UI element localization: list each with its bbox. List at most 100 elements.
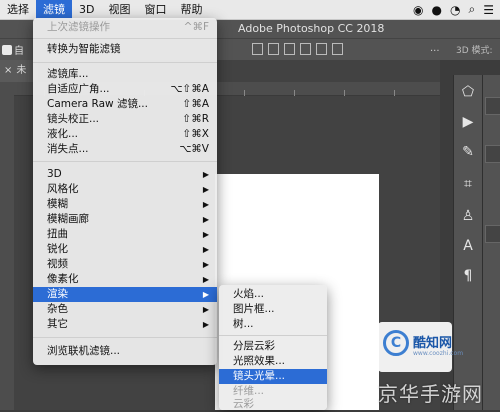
menu-help[interactable]: 帮助 bbox=[173, 0, 209, 20]
menu-item-stylize[interactable]: 风格化 ▶ bbox=[33, 182, 217, 197]
layers-panel-collapsed bbox=[482, 75, 500, 410]
vertical-ruler bbox=[0, 82, 14, 410]
menu-item-label: 模糊画廊 bbox=[47, 213, 89, 225]
submenu-arrow-icon: ▶ bbox=[202, 230, 209, 239]
menu-divider bbox=[33, 161, 217, 162]
menu-item-browse-online-filters[interactable]: 浏览联机滤镜... bbox=[33, 344, 217, 359]
menu-item-label: 上次滤镜操作 bbox=[47, 21, 110, 33]
submenu-arrow-icon: ▶ bbox=[202, 290, 209, 299]
menu-item-convert-smart-filter[interactable]: 转换为智能滤镜 bbox=[33, 42, 217, 57]
shortcut-label: ⌥⌘V bbox=[179, 143, 209, 155]
menu-divider bbox=[33, 38, 217, 39]
menu-3d[interactable]: 3D bbox=[72, 0, 101, 20]
menu-item-sharpen[interactable]: 锐化 ▶ bbox=[33, 242, 217, 257]
auto-select-label: 自 bbox=[14, 46, 24, 57]
menu-item-label: 转换为智能滤镜 bbox=[47, 43, 121, 55]
mac-menu-bar: 选择 滤镜 3D 视图 窗口 帮助 ◉ ● ◔ ⌕ ☰ bbox=[0, 0, 500, 20]
stamp-icon[interactable]: ♙ bbox=[459, 207, 477, 225]
menu-select[interactable]: 选择 bbox=[0, 0, 36, 20]
shortcut-label: ⇧⌘A bbox=[182, 98, 209, 110]
menu-item-last-filter: 上次滤镜操作 ^⌘F bbox=[33, 20, 217, 35]
menu-item-difference-clouds[interactable]: 分层云彩 bbox=[219, 339, 327, 354]
wechat-icon[interactable]: ◉ bbox=[413, 3, 423, 17]
menu-filter[interactable]: 滤镜 bbox=[36, 0, 72, 20]
submenu-arrow-icon: ▶ bbox=[202, 170, 209, 179]
menu-item-label: 渲染 bbox=[47, 288, 68, 300]
window-title: Adobe Photoshop CC 2018 bbox=[238, 22, 385, 35]
menu-item-render[interactable]: 渲染 ▶ bbox=[33, 287, 217, 302]
align-tools bbox=[252, 43, 343, 55]
menu-item-distort[interactable]: 扭曲 ▶ bbox=[33, 227, 217, 242]
panel-thumb[interactable] bbox=[485, 97, 500, 115]
qq-icon[interactable]: ● bbox=[432, 3, 442, 17]
menu-item-other[interactable]: 其它 ▶ bbox=[33, 317, 217, 332]
search-icon[interactable]: ⌕ bbox=[469, 2, 476, 17]
menu-item-label: 火焰... bbox=[233, 288, 265, 300]
document-tab-label: 未 bbox=[16, 65, 27, 76]
menu-item-filter-gallery[interactable]: 滤镜库... bbox=[33, 67, 217, 82]
panel-thumb[interactable] bbox=[485, 145, 500, 163]
3d-icon[interactable]: ⬠ bbox=[459, 83, 477, 101]
menu-item-label: 其它 bbox=[47, 318, 68, 330]
menu-item-liquify[interactable]: 液化... ⇧⌘X bbox=[33, 127, 217, 142]
menu-divider bbox=[33, 337, 217, 338]
menu-item-picture-frame[interactable]: 图片框... bbox=[219, 302, 327, 317]
submenu-arrow-icon: ▶ bbox=[202, 185, 209, 194]
menu-item-video[interactable]: 视频 ▶ bbox=[33, 257, 217, 272]
menu-item-tree[interactable]: 树... bbox=[219, 317, 327, 332]
menu-item-lens-flare[interactable]: 镜头光晕... bbox=[219, 369, 327, 384]
menu-item-camera-raw[interactable]: Camera Raw 滤镜... ⇧⌘A bbox=[33, 97, 217, 112]
menu-item-noise[interactable]: 杂色 ▶ bbox=[33, 302, 217, 317]
menu-item-label: 消失点... bbox=[47, 143, 89, 155]
close-icon[interactable]: × bbox=[4, 65, 12, 76]
menu-item-flame[interactable]: 火焰... bbox=[219, 287, 327, 302]
shortcut-label: ^⌘F bbox=[183, 21, 209, 33]
menu-item-label: 镜头光晕... bbox=[233, 370, 286, 382]
brush-icon[interactable]: ✎ bbox=[459, 143, 477, 161]
menu-item-label: 模糊 bbox=[47, 198, 68, 210]
align-center-icon[interactable] bbox=[316, 43, 327, 55]
filter-menu: 上次滤镜操作 ^⌘F 转换为智能滤镜 滤镜库... 自适应广角... ⌥⇧⌘A … bbox=[33, 18, 217, 365]
menu-item-adaptive-wide-angle[interactable]: 自适应广角... ⌥⇧⌘A bbox=[33, 82, 217, 97]
align-right-icon[interactable] bbox=[332, 43, 343, 55]
paragraph-icon[interactable]: ¶ bbox=[459, 267, 477, 285]
menu-item-lens-correction[interactable]: 镜头校正... ⇧⌘R bbox=[33, 112, 217, 127]
align-top-icon[interactable] bbox=[252, 43, 263, 55]
menu-item-label: 树... bbox=[233, 318, 254, 330]
more-options-icon[interactable]: ... bbox=[430, 43, 440, 54]
panel-tool-strip: ⬠ ▶ ✎ ⌗ ♙ A ¶ bbox=[453, 75, 482, 410]
crop-icon[interactable]: ⌗ bbox=[459, 175, 477, 193]
menu-item-label: 图片框... bbox=[233, 303, 275, 315]
menu-item-pixelate[interactable]: 像素化 ▶ bbox=[33, 272, 217, 287]
watermark-logo: C 酷知网 www.coozhi.com bbox=[378, 322, 463, 372]
menu-item-blur[interactable]: 模糊 ▶ bbox=[33, 197, 217, 212]
menu-item-lighting-effects[interactable]: 光照效果... bbox=[219, 354, 327, 369]
watermark-text: 京华手游网 bbox=[378, 382, 483, 406]
menu-window[interactable]: 窗口 bbox=[137, 0, 173, 20]
menu-item-label: 视频 bbox=[47, 258, 68, 270]
align-left-icon[interactable] bbox=[300, 43, 311, 55]
panel-thumb[interactable] bbox=[485, 225, 500, 243]
submenu-arrow-icon: ▶ bbox=[202, 320, 209, 329]
shortcut-label: ⇧⌘R bbox=[182, 113, 209, 125]
align-middle-icon[interactable] bbox=[268, 43, 279, 55]
align-bottom-icon[interactable] bbox=[284, 43, 295, 55]
menu-item-label: 纤维... bbox=[233, 385, 265, 397]
menu-item-3d[interactable]: 3D ▶ bbox=[33, 167, 217, 182]
logo-name: 酷知网 bbox=[413, 336, 453, 351]
play-icon[interactable]: ▶ bbox=[459, 113, 477, 131]
menu-item-label: 浏览联机滤镜... bbox=[47, 345, 121, 357]
bell-icon[interactable]: ◔ bbox=[450, 3, 460, 17]
character-icon[interactable]: A bbox=[459, 237, 477, 255]
submenu-arrow-icon: ▶ bbox=[202, 245, 209, 254]
submenu-arrow-icon: ▶ bbox=[202, 200, 209, 209]
list-icon[interactable]: ☰ bbox=[483, 3, 494, 17]
menu-item-vanishing-point[interactable]: 消失点... ⌥⌘V bbox=[33, 142, 217, 157]
menu-item-blur-gallery[interactable]: 模糊画廊 ▶ bbox=[33, 212, 217, 227]
auto-select-checkbox[interactable] bbox=[2, 45, 12, 55]
menu-item-label: 光照效果... bbox=[233, 355, 286, 367]
menu-view[interactable]: 视图 bbox=[101, 0, 137, 20]
menu-divider bbox=[33, 62, 217, 63]
menu-item-label: 像素化 bbox=[47, 273, 79, 285]
logo-url: www.coozhi.com bbox=[413, 350, 464, 357]
